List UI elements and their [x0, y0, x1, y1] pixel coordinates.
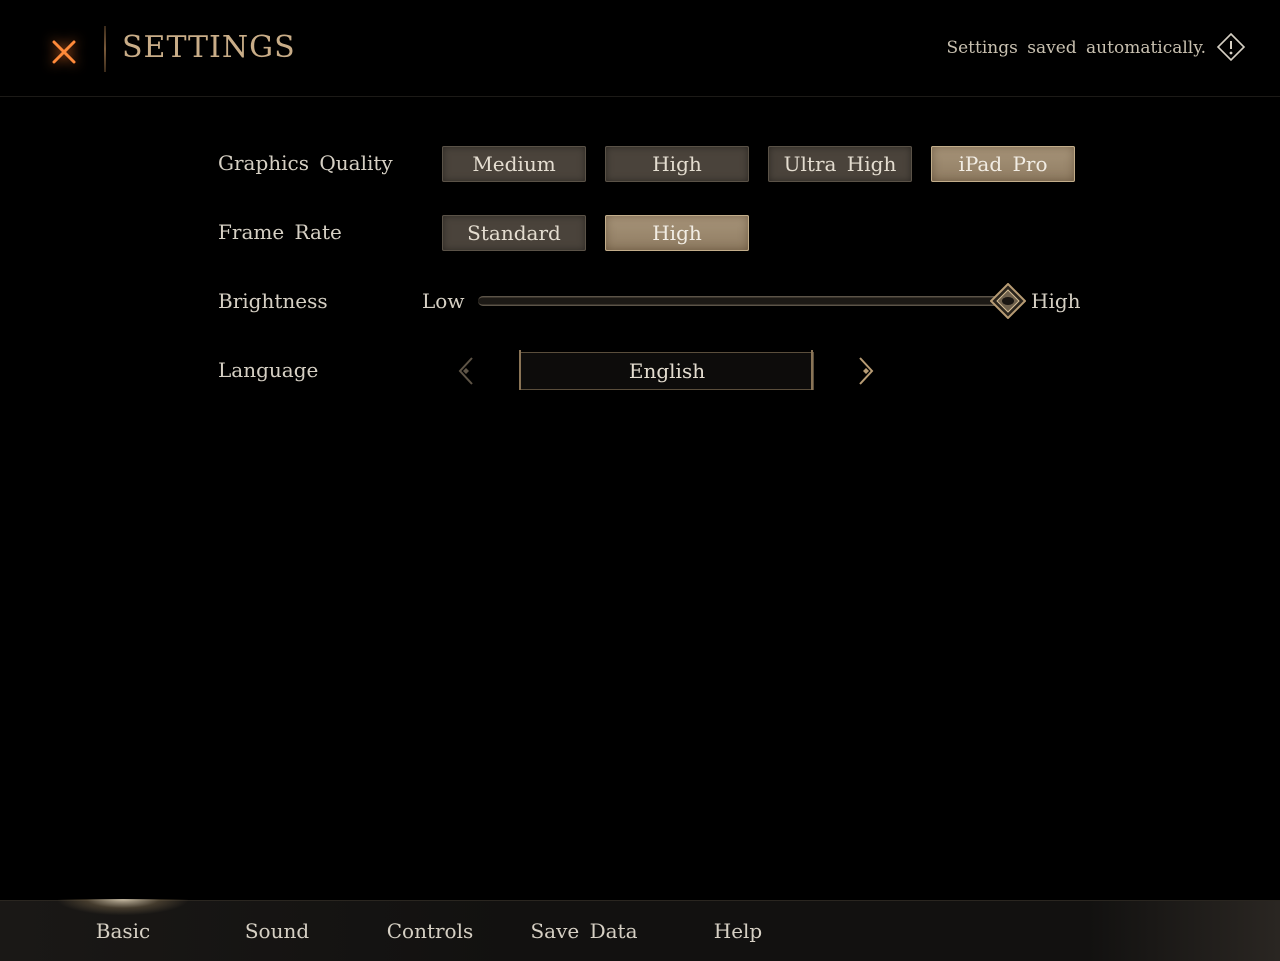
info-diamond-icon — [1216, 32, 1246, 62]
language-selector[interactable]: English — [519, 350, 814, 390]
tab-basic[interactable]: Basic — [58, 899, 188, 961]
brightness-high-label: High — [1031, 289, 1081, 313]
close-x-icon — [52, 40, 76, 64]
language-prev-arrow-icon[interactable] — [452, 354, 480, 388]
graphics-ipad-pro-button[interactable]: iPad Pro — [931, 146, 1075, 182]
brightness-slider-knob[interactable] — [990, 283, 1026, 319]
tab-help[interactable]: Help — [688, 901, 788, 961]
frame-rate-high-button[interactable]: High — [605, 215, 749, 251]
header-divider — [104, 26, 106, 72]
header-bar: SETTINGS Settings saved automatically. — [0, 0, 1280, 97]
brightness-label: Brightness — [218, 289, 328, 313]
language-label: Language — [218, 358, 319, 382]
autosave-notice: Settings saved automatically. — [946, 38, 1206, 58]
brightness-slider-track[interactable] — [478, 296, 1008, 306]
graphics-quality-label: Graphics Quality — [218, 151, 393, 175]
graphics-medium-button[interactable]: Medium — [442, 146, 586, 182]
page-title: SETTINGS — [122, 30, 296, 65]
frame-rate-label: Frame Rate — [218, 220, 342, 244]
brightness-low-label: Low — [422, 289, 465, 313]
brightness-slider-fill — [478, 298, 1008, 304]
tab-sound[interactable]: Sound — [222, 901, 332, 961]
close-button[interactable] — [44, 32, 84, 72]
tab-controls[interactable]: Controls — [372, 901, 488, 961]
graphics-ultra-high-button[interactable]: Ultra High — [768, 146, 912, 182]
tab-save-data[interactable]: Save Data — [522, 901, 646, 961]
bottom-tab-bar: Basic Sound Controls Save Data Help — [0, 899, 1280, 961]
frame-rate-standard-button[interactable]: Standard — [442, 215, 586, 251]
graphics-high-button[interactable]: High — [605, 146, 749, 182]
language-next-arrow-icon[interactable] — [852, 354, 880, 388]
